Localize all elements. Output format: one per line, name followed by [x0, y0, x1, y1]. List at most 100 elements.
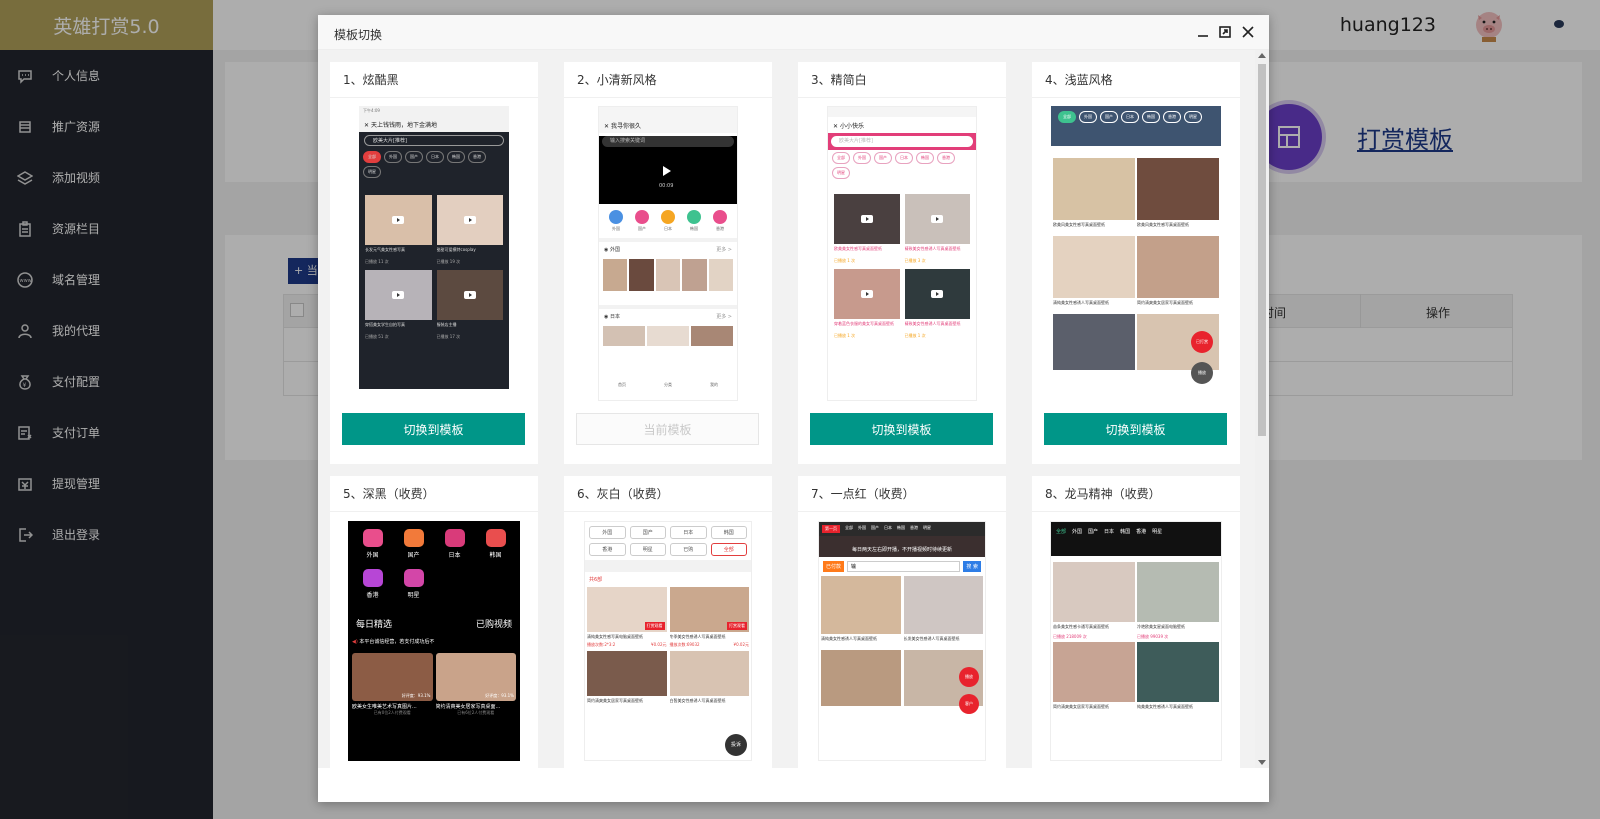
preview-item: 穿着蓝色衣服的美女写真桌面壁纸 已播放 1 次: [834, 269, 900, 339]
preview-tab: 第一页: [822, 525, 840, 533]
preview-tags: 全部 外国 国产 日本 韩国 香港 明星: [828, 150, 976, 181]
preview-thumb: [903, 576, 983, 634]
preview-tag: 韩国: [447, 151, 465, 163]
preview-category: 国产: [635, 210, 649, 232]
preview-category: 明星: [393, 569, 434, 599]
preview-price: ¥0.02元: [651, 642, 667, 647]
preview-thumb: [436, 195, 503, 245]
preview-thumb: 打赏观看: [587, 587, 667, 632]
modal-body[interactable]: 1、炫酷黑 下午4:09 ✕ 天上钱钱雨，地下金满地 欧美大片[推荐] 全部 外国…: [318, 50, 1269, 768]
preview-caption: 精致美女性感诱人写真桌面壁纸: [904, 321, 961, 326]
minimize-button[interactable]: [1196, 25, 1210, 39]
preview-caption: 清纯美女性感写真电脑桌面壁纸: [587, 634, 643, 639]
preview-item: 欧美美女性感写真桌面壁纸 已播放 1 次: [834, 194, 900, 264]
preview-caption: 白皙美女性感诱人写真桌面壁纸: [669, 698, 726, 703]
preview-tags: 全部 外国 国产 日本 韩国 香港 明星: [1054, 109, 1218, 125]
preview-thumb: [365, 270, 432, 320]
play-icon: [463, 291, 476, 299]
preview-searchbar: 已付款 输 搜 索: [819, 557, 985, 576]
preview-thumb: [1053, 642, 1135, 702]
play-icon: [392, 291, 405, 299]
preview-category: 外国: [609, 210, 623, 232]
preview-item: 欧美风美女性感写真桌面壁纸: [1137, 158, 1219, 234]
category-label: 明星: [407, 592, 420, 599]
preview-caption: 欧美美女性感写真桌面壁纸: [834, 246, 882, 251]
preview-category: 日本: [434, 529, 475, 559]
preview-item: 打赏观看 清纯美女性感写真电脑桌面壁纸 播放次数:2*3:2 ¥0.02元: [587, 587, 667, 648]
preview-tag: 全部: [363, 151, 381, 163]
template-title: 8、龙马精神（收费）: [1032, 476, 1240, 512]
preview-section: ◉ 外国 更多 >: [599, 238, 737, 257]
switch-template-button[interactable]: 切换到模板: [810, 413, 993, 445]
preview-tag: 国产: [405, 151, 423, 163]
preview-item: 打赏观看 冬季美女性感诱人写真桌面壁纸 播放次数:69032 ¥0.02元: [669, 587, 749, 648]
preview-thumb: 好评度：93.1%: [352, 653, 433, 701]
preview-tabs: 第一页 全部 外国 国产 日本 韩国 香港 明星: [819, 522, 985, 536]
preview-bar-text: 我寻你很久: [610, 123, 641, 130]
reward-badge: 已打赏: [1191, 331, 1213, 353]
preview-item: 精致美女性感诱人写真桌面壁纸 已播放 1 次: [904, 269, 970, 339]
switch-template-button[interactable]: 切换到模板: [1044, 413, 1227, 445]
rating: 好评度：93.1%: [485, 693, 514, 698]
preview-tag: 明星: [1184, 111, 1202, 123]
template-preview-3[interactable]: ✕ 小小快乐 欧美大片[推荐] 全部 外国 国产 日本 韩国 香港 明星 欧美美女性感写真桌…: [827, 106, 977, 401]
preview-grid: 苗条美女性感卡通写真桌面壁纸 已播放 218009 次冷艳欧美女星桌面电脑壁纸 已播…: [1051, 562, 1221, 714]
template-title: 5、深黑（收费）: [330, 476, 538, 512]
daily-label: 每日精选: [356, 620, 393, 630]
template-preview-6[interactable]: 外国 国产 日本 韩国 香港 明星 已购 全部 共6部 打赏观看 清纯美女性感写真电脑桌面壁纸播…: [584, 521, 752, 761]
category-label: 外国: [612, 226, 620, 231]
preview-category: 韩国: [687, 210, 701, 232]
preview-views: 已播放 1 次: [834, 258, 856, 263]
scroll-up-icon[interactable]: [1258, 53, 1266, 58]
preview-tab: 全部: [845, 525, 853, 530]
template-preview-8[interactable]: 全部 外国 国产 日本 韩国 香港 明星 苗条美女性感卡通写真桌面壁纸 已播放 218009 …: [1050, 521, 1222, 761]
template-preview-5[interactable]: 外国 国产 日本 韩国 香港 明星 每日精选 已购视频 ◀) 本平台诚信经营，若支付成功后不…: [348, 521, 520, 761]
preview-price: ¥0.02元: [733, 642, 749, 647]
category-label: 国产: [407, 552, 420, 559]
preview-caption: 精致美女性感诱人写真桌面壁纸: [904, 246, 961, 251]
template-card-4: 4、浅蓝风格 全部 外国 国产 日本 韩国 香港 明星 欧美风美女性感写真桌面壁纸 欧美风美女…: [1032, 62, 1240, 464]
preview-thumb: [1137, 562, 1219, 622]
preview-meta: 已有6位2人付费观看: [457, 710, 495, 715]
template-card-1: 1、炫酷黑 下午4:09 ✕ 天上钱钱雨，地下金满地 欧美大片[推荐] 全部 外国…: [330, 62, 538, 464]
scroll-thumb[interactable]: [1258, 64, 1266, 436]
preview-tag: 日本: [895, 152, 913, 164]
bought-label: 已购视频: [475, 620, 512, 630]
preview-tag: 香港: [937, 152, 955, 164]
preview-caption: 甜甜可爱模特cosplay: [436, 247, 476, 252]
template-title: 3、精简白: [798, 62, 1006, 98]
preview-status: 下午4:09: [359, 106, 509, 116]
template-preview-2[interactable]: ✕ 我寻你很久 输入搜索关键词 00:09 外国 国产 日本 韩国 香港 ◉ 外国 更多 …: [598, 106, 738, 401]
category-label: 香港: [366, 592, 379, 599]
template-card-6: 6、灰白（收费） 外国 国产 日本 韩国 香港 明星 已购 全部 共6部 打赏观看 清纯美女性感…: [564, 476, 772, 768]
modal-scrollbar[interactable]: [1255, 50, 1269, 768]
preview-thumb: [1137, 236, 1219, 298]
preview-tag: 全部: [832, 152, 850, 164]
switch-template-button[interactable]: 切换到模板: [342, 413, 525, 445]
preview-item: 清纯美女性感诱人写真桌面壁纸: [821, 576, 901, 646]
category-label: 香港: [716, 226, 724, 231]
preview-search: 欧美大片[推荐]: [831, 136, 973, 147]
more-link: 更多 >: [716, 247, 732, 253]
preview-video: 输入搜索关键词 00:09: [599, 136, 737, 204]
template-title: 6、灰白（收费）: [564, 476, 772, 512]
preview-search-wrap: 欧美大片[推荐]: [828, 133, 976, 150]
scroll-down-icon[interactable]: [1258, 760, 1266, 765]
template-preview-7[interactable]: 第一页 全部 外国 国产 日本 韩国 香港 明星 每日两天左右即开播，不开播视频时待续更新 已…: [818, 521, 986, 761]
preview-notice: ◀) 本平台诚信经营，若支付成功后不: [352, 639, 435, 645]
complain-fab: 投诉: [725, 734, 747, 756]
preview-caption: 冬季美女性感诱人写真桌面壁纸: [669, 634, 726, 639]
template-preview-1[interactable]: 下午4:09 ✕ 天上钱钱雨，地下金满地 欧美大片[推荐] 全部 外国 国产 日本 韩国…: [359, 106, 509, 389]
template-preview-4[interactable]: 全部 外国 国产 日本 韩国 香港 明星 欧美风美女性感写真桌面壁纸 欧美风美女性感写真桌面壁…: [1051, 106, 1221, 402]
maximize-button[interactable]: [1218, 25, 1232, 39]
close-button[interactable]: [1241, 25, 1255, 39]
preview-tab: 分类: [664, 382, 672, 387]
preview-category: 日本: [670, 526, 707, 539]
preview-bar: ✕ 天上钱钱雨，地下金满地: [359, 116, 509, 132]
preview-thumb: [834, 269, 900, 319]
preview-tab: 明星: [923, 525, 931, 530]
more-link: 更多 >: [716, 314, 732, 320]
template-title: 1、炫酷黑: [330, 62, 538, 98]
preview-item: 简约清爽美女居家写真桌面壁纸: [1053, 642, 1135, 714]
preview-caption: 长发美女性感诱人写真桌面壁纸: [903, 636, 960, 641]
